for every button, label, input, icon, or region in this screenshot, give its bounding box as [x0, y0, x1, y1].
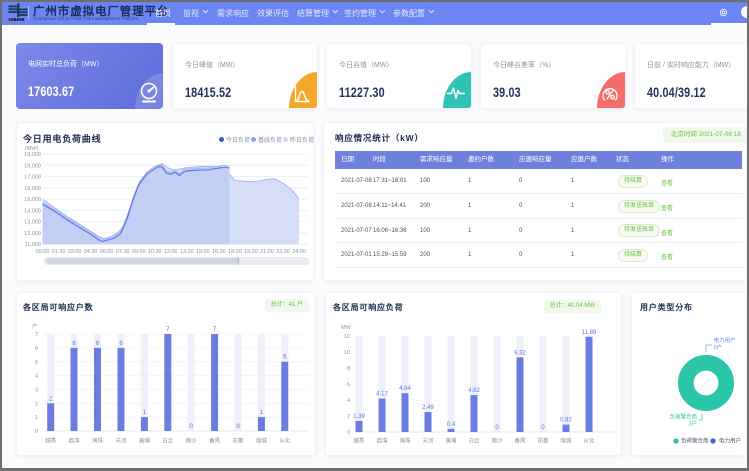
svg-text:负荷聚合商: 负荷聚合商: [669, 413, 697, 421]
svg-text:番禺: 番禺: [209, 438, 220, 445]
svg-text:白云: 白云: [468, 437, 480, 445]
svg-text:增城: 增城: [560, 437, 572, 445]
svg-text:2: 2: [347, 414, 350, 420]
svg-text:从化: 从化: [583, 437, 595, 445]
svg-text:荔湾: 荔湾: [376, 437, 388, 445]
svg-text:18:00: 18:00: [228, 249, 242, 255]
svg-text:4.62: 4.62: [468, 388, 480, 394]
svg-text:06:00: 06:00: [100, 249, 114, 255]
svg-text:15:00: 15:00: [196, 249, 210, 255]
svg-text:增城: 增城: [256, 437, 268, 445]
svg-text:8: 8: [347, 366, 350, 372]
svg-text:负荷聚合商: 负荷聚合商: [681, 437, 709, 445]
svg-text:16:30: 16:30: [212, 249, 226, 255]
svg-text:17,000: 17,000: [24, 175, 41, 181]
svg-text:0: 0: [35, 429, 38, 435]
svg-text:番禺: 番禺: [514, 438, 525, 445]
svg-text:11,000: 11,000: [25, 242, 41, 248]
svg-text:13,000: 13,000: [24, 220, 41, 226]
svg-text:19:30: 19:30: [244, 249, 258, 255]
svg-text:海珠: 海珠: [399, 437, 411, 445]
svg-text:1: 1: [35, 415, 38, 421]
svg-text:4.84: 4.84: [399, 386, 411, 392]
svg-text:天河: 天河: [422, 437, 434, 445]
svg-text:01:30: 01:30: [52, 249, 66, 255]
svg-text:07:30: 07:30: [116, 249, 130, 255]
svg-text:10:30: 10:30: [148, 249, 162, 255]
svg-text:11.89: 11.89: [582, 330, 597, 336]
svg-text:19,000: 19,000: [24, 152, 41, 158]
svg-text:白云: 白云: [162, 437, 174, 445]
svg-text:5: 5: [35, 360, 38, 366]
svg-text:越秀: 越秀: [353, 437, 365, 445]
svg-text:6: 6: [35, 346, 38, 352]
svg-text:14,000: 14,000: [24, 208, 41, 214]
svg-text:南沙: 南沙: [186, 437, 198, 445]
svg-text:9.32: 9.32: [514, 350, 526, 356]
svg-text:0户: 0户: [714, 343, 723, 351]
svg-text:户: 户: [32, 322, 38, 330]
svg-text:7: 7: [166, 327, 170, 333]
svg-text:22:30: 22:30: [276, 249, 290, 255]
svg-text:09:00: 09:00: [132, 249, 146, 255]
svg-text:4.17: 4.17: [376, 392, 388, 398]
svg-text:4: 4: [347, 398, 350, 404]
svg-text:南沙: 南沙: [491, 437, 503, 445]
svg-text:16,000: 16,000: [24, 186, 41, 192]
svg-text:0.4: 0.4: [447, 422, 456, 428]
svg-text:3: 3: [35, 388, 38, 394]
svg-text:花都: 花都: [537, 437, 549, 445]
svg-text:6: 6: [347, 382, 350, 388]
svg-text:0.92: 0.92: [560, 418, 572, 424]
svg-text:花都: 花都: [232, 437, 244, 445]
svg-text:12,000: 12,000: [24, 231, 41, 237]
svg-text:00:00: 00:00: [36, 249, 50, 255]
svg-text:12: 12: [344, 334, 350, 340]
svg-text:0: 0: [347, 430, 350, 436]
svg-text:电力用户: 电力用户: [714, 336, 736, 344]
svg-text:18,000: 18,000: [24, 163, 41, 169]
svg-text:7: 7: [213, 327, 217, 333]
svg-text:越秀: 越秀: [45, 437, 57, 445]
svg-text:7: 7: [35, 332, 38, 338]
svg-text:1.39: 1.39: [353, 414, 365, 420]
svg-text:04:30: 04:30: [84, 249, 98, 255]
svg-text:4: 4: [35, 374, 38, 380]
svg-text:12:00: 12:00: [164, 249, 178, 255]
svg-text:黄埔: 黄埔: [139, 437, 151, 445]
svg-text:黄埔: 黄埔: [445, 437, 457, 445]
svg-text:21:00: 21:00: [260, 249, 274, 255]
svg-text:MW: MW: [341, 325, 352, 331]
svg-text:3户: 3户: [688, 420, 697, 428]
svg-text:13:30: 13:30: [180, 249, 194, 255]
svg-text:2.49: 2.49: [422, 405, 434, 411]
svg-text:从化: 从化: [279, 437, 291, 445]
svg-text:海珠: 海珠: [92, 437, 104, 445]
svg-text:15,000: 15,000: [24, 197, 41, 203]
svg-text:24:00: 24:00: [292, 249, 306, 255]
svg-text:电力用户: 电力用户: [719, 437, 741, 445]
svg-text:10: 10: [344, 350, 350, 356]
svg-text:03:00: 03:00: [68, 249, 82, 255]
svg-text:天河: 天河: [115, 437, 127, 445]
svg-text:荔湾: 荔湾: [68, 437, 80, 445]
svg-text:2: 2: [35, 401, 38, 407]
